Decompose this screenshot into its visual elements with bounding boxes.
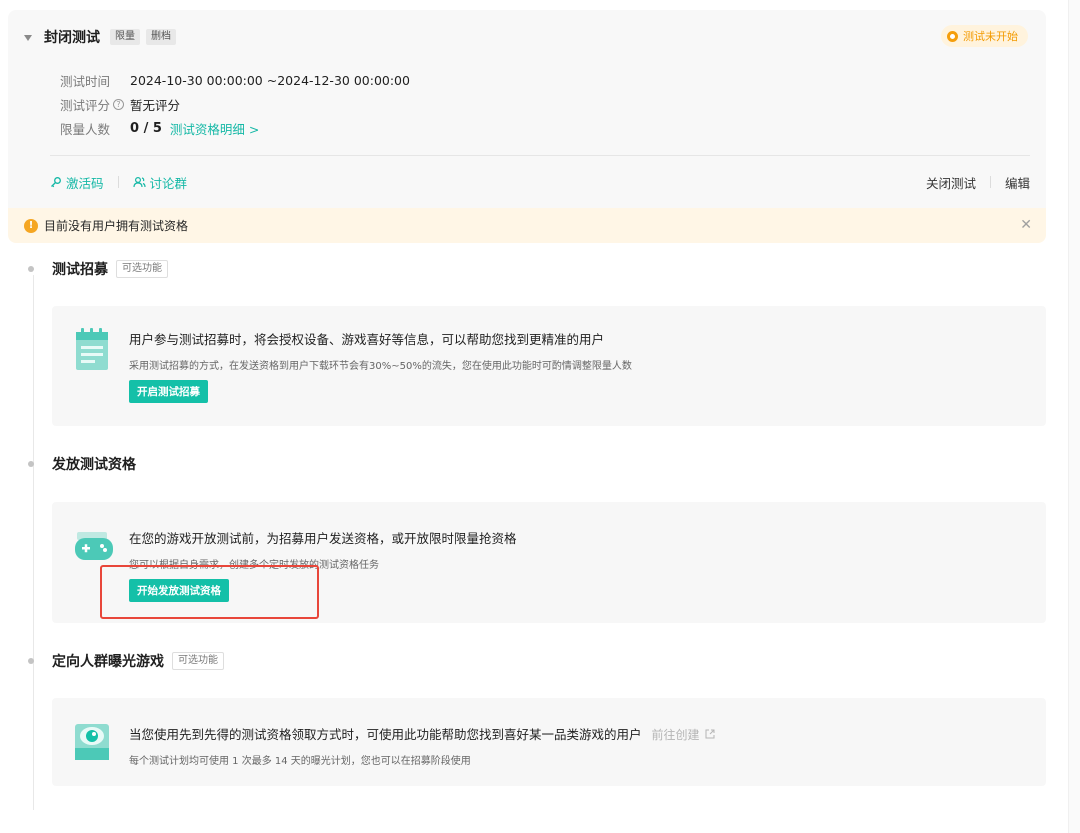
status-text: 测试未开始 (963, 30, 1018, 43)
tag-limited: 限量 (110, 29, 140, 45)
timeline-dot (28, 266, 34, 272)
activation-code-label: 激活码 (66, 175, 104, 191)
discussion-group-label: 讨论群 (149, 175, 188, 191)
plan-toolbar: 激活码 讨论群 关闭测试 编辑 (50, 172, 1030, 192)
quota-detail-link[interactable]: 测试资格明细 > (170, 119, 259, 138)
recruitment-headline: 用户参与测试招募时，将会授权设备、游戏喜好等信息，可以帮助您找到更精准的用户 (129, 332, 605, 347)
exposure-subtext: 每个测试计划均可使用 1 次最多 14 天的曝光计划，您也可以在招募阶段使用 (129, 756, 471, 767)
toolbar-separator (117, 176, 119, 188)
section-exposure-title: 定向人群曝光游戏 (52, 654, 164, 670)
highlight-box (100, 565, 319, 619)
activation-code-link[interactable]: 激活码 (50, 173, 104, 192)
recruitment-panel: 用户参与测试招募时，将会授权设备、游戏喜好等信息，可以帮助您找到更精准的用户 采… (52, 306, 1046, 426)
test-time-value: 2024-10-30 00:00:00 ~2024-12-30 00:00:00 (130, 72, 410, 88)
external-link-icon (705, 729, 715, 739)
section-exposure-header: 定向人群曝光游戏 可选功能 (28, 650, 224, 672)
timeline-dot (28, 461, 34, 467)
close-test-button[interactable]: 关闭测试 (926, 173, 976, 192)
caret-down-icon[interactable] (24, 34, 32, 41)
exposure-panel: 当您使用先到先得的测试资格领取方式时，可使用此功能帮助您找到喜好某一品类游戏的用… (52, 698, 1046, 786)
status-badge: 测试未开始 (941, 25, 1028, 47)
divider (50, 155, 1030, 156)
group-icon (132, 176, 146, 188)
close-icon[interactable]: ✕ (1020, 217, 1032, 233)
alert-text: 目前没有用户拥有测试资格 (44, 219, 189, 233)
test-time-label: 测试时间 (60, 73, 111, 89)
test-rating-label: 测试评分 (60, 97, 111, 113)
test-time-row: 测试时间 2024-10-30 00:00:00 ~2024-12-30 00:… (60, 70, 410, 90)
section-recruitment-title: 测试招募 (52, 262, 108, 278)
target-audience-icon (75, 724, 109, 760)
warning-icon: ! (24, 218, 38, 233)
tag-data-wipe: 删档 (146, 29, 176, 45)
start-recruitment-button[interactable]: 开启测试招募 (129, 380, 208, 403)
section-distribute-header: 发放测试资格 (28, 453, 136, 475)
timeline-line (33, 275, 34, 810)
optional-tag: 可选功能 (116, 260, 168, 278)
test-rating-row: 测试评分 ? 暂无评分 (60, 94, 180, 114)
section-recruitment-header: 测试招募 可选功能 (28, 258, 168, 280)
quota-label: 限量人数 (60, 121, 111, 137)
create-link[interactable]: 前往创建 (652, 728, 716, 742)
quota-value: 0 / 5 (130, 120, 162, 136)
optional-tag: 可选功能 (172, 652, 224, 670)
discussion-group-link[interactable]: 讨论群 (132, 173, 188, 192)
create-link-label: 前往创建 (651, 728, 700, 742)
toolbar-separator (989, 176, 991, 188)
edit-button[interactable]: 编辑 (1005, 173, 1030, 192)
help-icon[interactable]: ? (113, 98, 125, 110)
plan-title: 封闭测试 (44, 30, 100, 46)
section-distribute-title: 发放测试资格 (52, 457, 136, 473)
distribute-headline: 在您的游戏开放测试前，为招募用户发送资格，或开放限时限量抢资格 (129, 531, 517, 546)
no-qualified-users-alert: ! 目前没有用户拥有测试资格 ✕ (8, 208, 1046, 243)
test-rating-value: 暂无评分 (130, 97, 181, 113)
test-plan-card: 封闭测试 限量 删档 测试未开始 测试时间 2024-10-30 00:00:0… (8, 10, 1046, 243)
quota-row: 限量人数 0 / 5 测试资格明细 > (60, 118, 259, 138)
timeline-dot (28, 658, 34, 664)
notepad-icon (76, 328, 108, 370)
plan-header[interactable]: 封闭测试 限量 删档 (24, 27, 182, 47)
key-icon (51, 177, 61, 188)
status-ring-icon (947, 30, 958, 42)
gamepad-icon (75, 532, 113, 560)
exposure-headline: 当您使用先到先得的测试资格领取方式时，可使用此功能帮助您找到喜好某一品类游戏的用… (129, 727, 642, 742)
scrollbar-track[interactable] (1068, 0, 1080, 833)
recruitment-subtext: 采用测试招募的方式，在发送资格到用户下载环节会有30%~50%的流失，您在使用此… (129, 361, 632, 372)
